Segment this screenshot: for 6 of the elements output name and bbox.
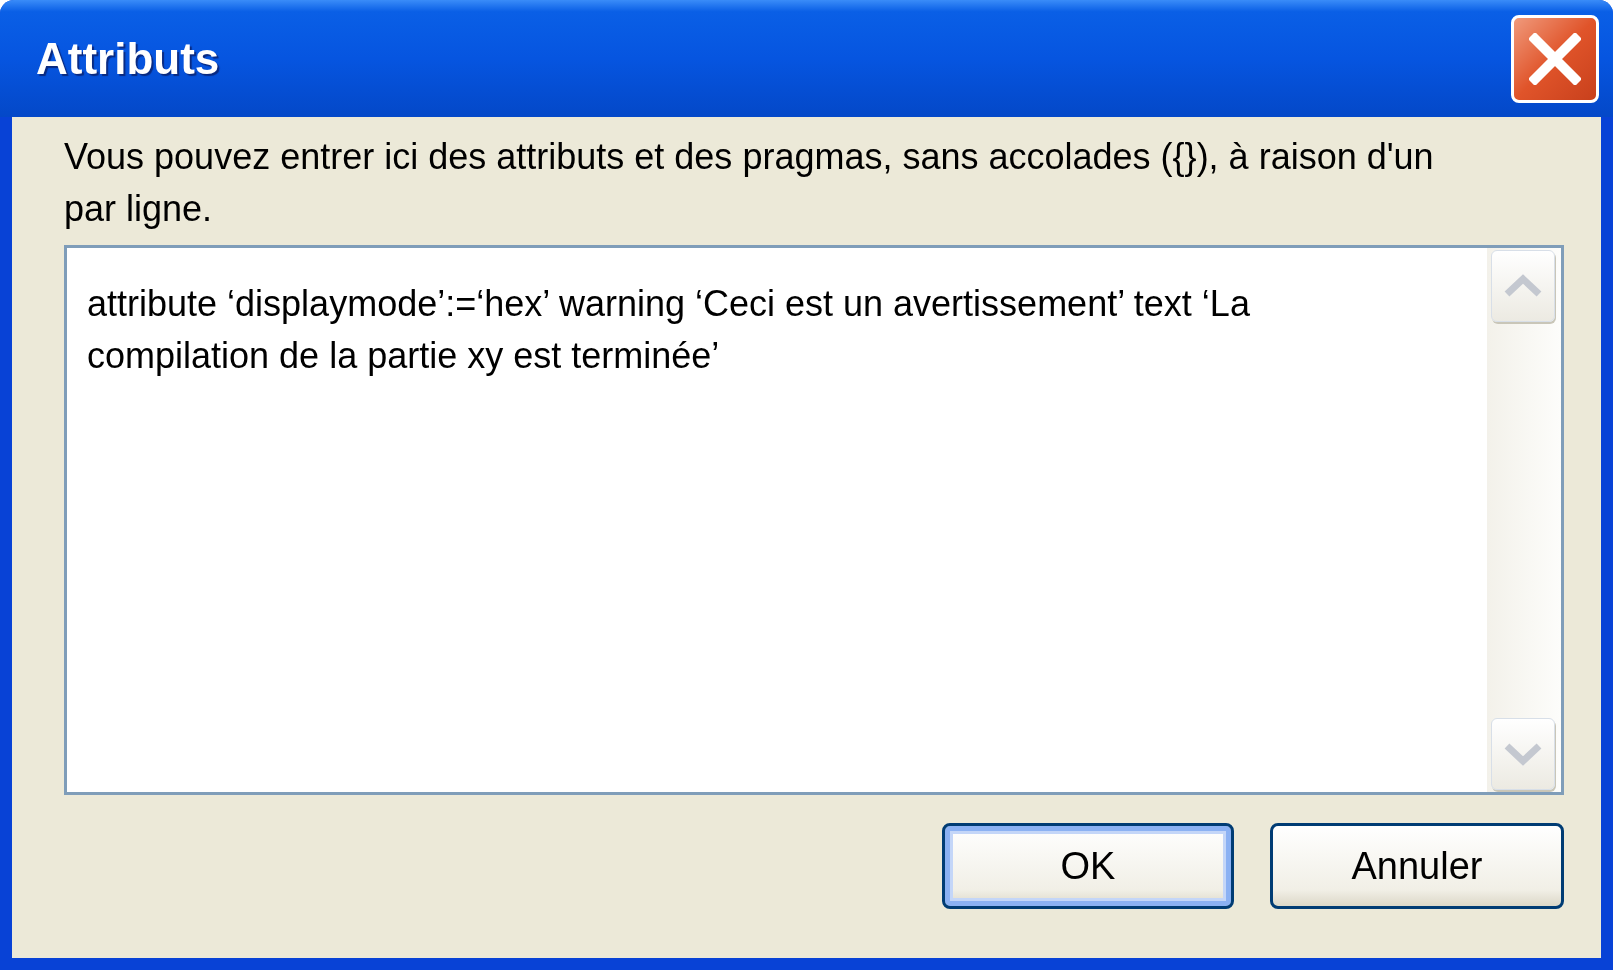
instruction-text: Vous pouvez entrer ici des attributs et des pragmas, sans accolades ({}), à raison d'un par ligne. (64, 135, 1435, 231)
close-button[interactable] (1511, 14, 1599, 103)
close-icon (1529, 32, 1581, 85)
dialog-button[interactable]: OK (942, 823, 1234, 909)
dialog-button[interactable]: Annuler (1270, 823, 1564, 909)
window-title: Attributs (36, 33, 220, 84)
